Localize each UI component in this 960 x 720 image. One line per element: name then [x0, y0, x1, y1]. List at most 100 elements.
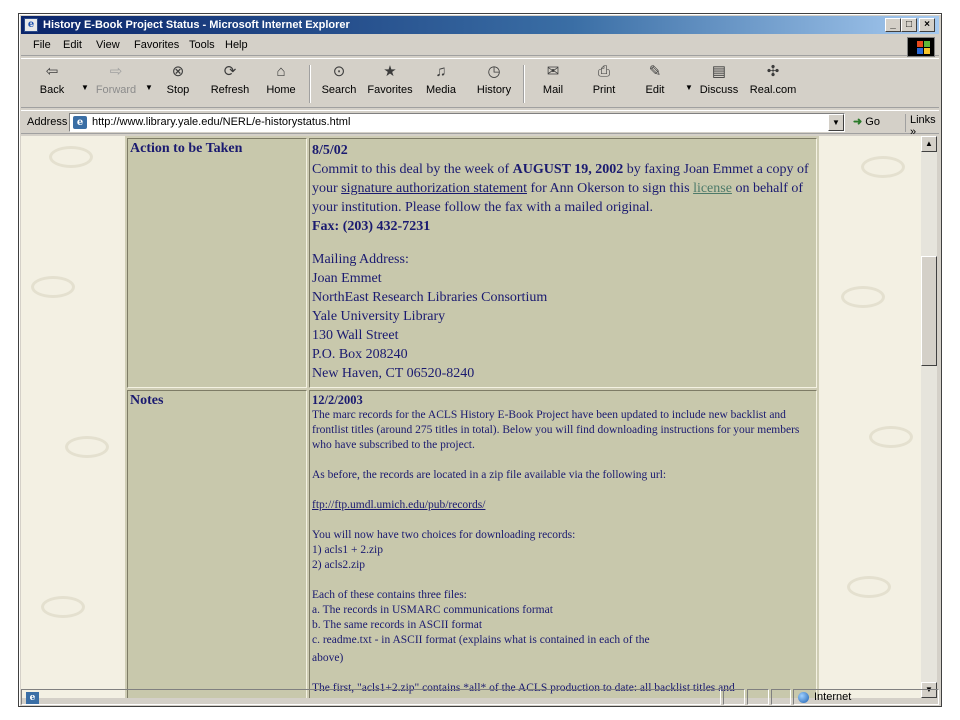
page-status-icon: e	[26, 692, 39, 704]
forward-button[interactable]: ⇨ Forward	[91, 63, 141, 105]
status-table: Action to be Taken 8/5/02 Commit to this…	[125, 136, 819, 698]
media-icon: ♫	[435, 63, 447, 80]
home-icon: ⌂	[276, 63, 286, 80]
address-dropdown-icon[interactable]: ▼	[828, 114, 844, 131]
back-button[interactable]: ⇦ Back	[33, 63, 71, 105]
menu-help[interactable]: Help	[225, 39, 248, 51]
ftp-link[interactable]: ftp://ftp.umdl.umich.edu/pub/records/	[312, 499, 485, 511]
minimize-button[interactable]: _	[885, 18, 901, 32]
address-line: P.O. Box 208240	[312, 347, 408, 362]
commit-deadline: AUGUST 19, 2002	[512, 162, 624, 177]
mailing-address-label: Mailing Address:	[312, 252, 409, 267]
address-line: 130 Wall Street	[312, 328, 399, 343]
go-button[interactable]: ➜ Go	[853, 115, 880, 128]
mail-button[interactable]: ✉ Mail	[535, 63, 571, 105]
list-item: b. The same records in ASCII format	[312, 619, 483, 631]
address-line: New Haven, CT 06520-8240	[312, 366, 475, 381]
edit-icon: ✎	[648, 63, 662, 80]
toolbar: ⇦ Back ▼ ⇨ Forward ▼ ⊗ Stop ⟳ Refresh ⌂ …	[21, 58, 939, 108]
forward-arrow-icon: ⇨	[109, 63, 123, 80]
stop-button[interactable]: ⊗ Stop	[159, 63, 197, 105]
browser-window: e History E-Book Project Status - Micros…	[18, 13, 942, 707]
globe-icon	[798, 692, 809, 703]
print-button[interactable]: ⎙ Print	[587, 63, 621, 105]
security-zone: Internet	[793, 689, 939, 705]
row-label-notes: Notes	[127, 390, 307, 698]
back-dropdown-icon[interactable]: ▼	[81, 83, 89, 92]
status-bar: e Internet	[21, 688, 939, 706]
vertical-scrollbar[interactable]: ▲ ▼	[921, 136, 937, 698]
list-item: a. The records in USMARC communications …	[312, 604, 553, 616]
status-panel	[771, 689, 791, 705]
printer-icon: ⎙	[597, 63, 610, 80]
scroll-thumb[interactable]	[921, 256, 937, 366]
menu-tools[interactable]: Tools	[189, 39, 215, 51]
address-url[interactable]: http://www.library.yale.edu/NERL/e-histo…	[92, 116, 350, 128]
page-icon: e	[73, 116, 87, 129]
forward-dropdown-icon[interactable]: ▼	[145, 83, 153, 92]
row-label-action: Action to be Taken	[127, 138, 307, 388]
background-swirl	[65, 436, 109, 458]
realcom-icon: ✣	[766, 63, 780, 80]
background-swirl	[841, 286, 885, 308]
address-line: Joan Emmet	[312, 271, 382, 286]
back-arrow-icon: ⇦	[45, 63, 59, 80]
menu-bar: File Edit View Favorites Tools Help	[21, 36, 939, 56]
notes-paragraph: The marc records for the ACLS History E-…	[312, 409, 800, 451]
title-bar[interactable]: e History E-Book Project Status - Micros…	[21, 16, 939, 34]
refresh-button[interactable]: ⟳ Refresh	[207, 63, 253, 105]
window-title: History E-Book Project Status - Microsof…	[43, 19, 350, 31]
edit-button[interactable]: ✎ Edit	[639, 63, 671, 105]
edit-dropdown-icon[interactable]: ▼	[685, 83, 693, 92]
background-swirl	[41, 596, 85, 618]
menu-view[interactable]: View	[96, 39, 120, 51]
page-content: Action to be Taken 8/5/02 Commit to this…	[21, 136, 921, 698]
menu-edit[interactable]: Edit	[63, 39, 82, 51]
table-row: Action to be Taken 8/5/02 Commit to this…	[127, 138, 817, 388]
action-date: 8/5/02	[312, 143, 348, 158]
list-item: 2) acls2.zip	[312, 559, 366, 571]
refresh-icon: ⟳	[223, 63, 237, 80]
windows-logo-icon	[907, 37, 935, 57]
background-swirl	[847, 576, 891, 598]
status-panel	[747, 689, 769, 705]
list-item: c. readme.txt - in ASCII format (explain…	[312, 634, 650, 646]
mail-icon: ✉	[546, 63, 560, 80]
scroll-up-icon[interactable]: ▲	[921, 136, 937, 152]
stop-icon: ⊗	[171, 63, 185, 80]
fax-number: Fax: (203) 432-7231	[312, 219, 431, 234]
notes-paragraph: You will now have two choices for downlo…	[312, 529, 576, 541]
menu-file[interactable]: File	[33, 39, 51, 51]
realcom-button[interactable]: ✣ Real.com	[749, 63, 797, 105]
home-button[interactable]: ⌂ Home	[261, 63, 301, 105]
toolbar-separator	[309, 65, 311, 103]
links-button[interactable]: Links »	[905, 114, 939, 138]
address-input[interactable]: e http://www.library.yale.edu/NERL/e-his…	[69, 113, 845, 132]
background-swirl	[49, 146, 93, 168]
status-text-panel: e	[21, 689, 721, 705]
notes-paragraph: As before, the records are located in a …	[312, 469, 667, 481]
license-link[interactable]: license	[693, 181, 732, 196]
toolbar-separator	[523, 65, 525, 103]
address-line: Yale University Library	[312, 309, 446, 324]
signature-authorization-link[interactable]: signature authorization statement	[341, 181, 527, 196]
discuss-icon: ▤	[711, 63, 727, 80]
history-button[interactable]: ◷ History	[473, 63, 515, 105]
media-button[interactable]: ♫ Media	[423, 63, 459, 105]
action-paragraph: Commit to this deal by the week of AUGUS…	[312, 162, 809, 215]
search-button[interactable]: ⊙ Search	[319, 63, 359, 105]
address-bar: Address e http://www.library.yale.edu/NE…	[21, 110, 939, 138]
discuss-button[interactable]: ▤ Discuss	[699, 63, 739, 105]
menu-favorites[interactable]: Favorites	[134, 39, 179, 51]
maximize-button[interactable]: □	[901, 18, 917, 32]
notes-cell: 12/2/2003 The marc records for the ACLS …	[309, 390, 817, 698]
notes-date: 12/2/2003	[312, 393, 363, 407]
search-icon: ⊙	[332, 63, 346, 80]
favorites-button[interactable]: ★ Favorites	[365, 63, 415, 105]
list-item: 1) acls1 + 2.zip	[312, 544, 383, 556]
background-swirl	[31, 276, 75, 298]
notes-paragraph: Each of these contains three files:	[312, 589, 467, 601]
ie-icon: e	[24, 18, 38, 32]
go-arrow-icon: ➜	[853, 116, 863, 128]
close-button[interactable]: ×	[919, 18, 935, 32]
